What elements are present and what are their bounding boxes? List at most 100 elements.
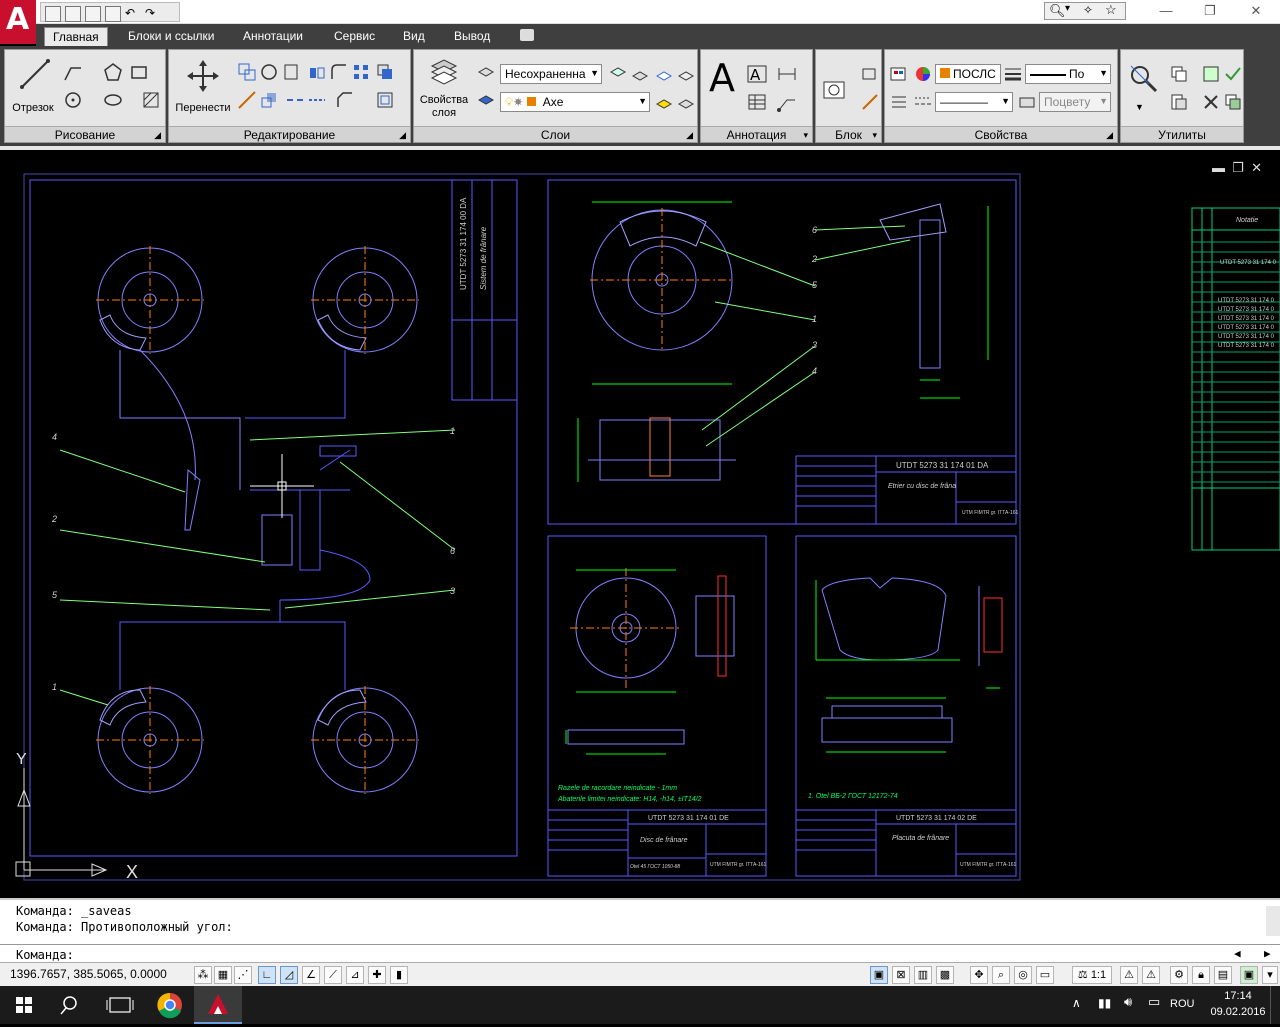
redo-icon[interactable]: ↷ <box>145 6 161 22</box>
line-tool-icon[interactable] <box>19 58 51 90</box>
task-view-button[interactable] <box>96 986 144 1024</box>
network-icon[interactable]: ▮▮ <box>1098 996 1111 1010</box>
command-scrollbar[interactable] <box>1266 906 1280 936</box>
edit-block-icon[interactable] <box>860 92 880 112</box>
panel-draw-title[interactable]: Рисование ◢ <box>5 126 165 142</box>
model-space-icon[interactable]: ▣ <box>870 966 888 984</box>
cut-icon[interactable] <box>1201 92 1221 112</box>
create-block-icon[interactable] <box>860 64 880 84</box>
scroll-right-icon[interactable]: ▶ <box>1264 947 1271 960</box>
linetype-dropdown[interactable]: ———— ▼ <box>935 92 1013 112</box>
showmotion-icon[interactable]: ▭ <box>1036 966 1054 984</box>
panel-layers-title[interactable]: Слои ◢ <box>414 126 697 142</box>
tab-blocks[interactable]: Блоки и ссылки <box>120 27 222 46</box>
lock-icon[interactable]: 🔒︎ <box>1192 966 1210 984</box>
lineweight-dropdown[interactable]: По ▼ <box>1025 64 1111 84</box>
print-icon[interactable] <box>105 6 121 22</box>
array-icon[interactable] <box>351 62 371 82</box>
scale-icon[interactable] <box>259 90 279 110</box>
layer-state-icon[interactable] <box>476 64 496 84</box>
measure-icon[interactable] <box>1127 62 1159 94</box>
color-wheel-icon[interactable] <box>913 64 933 84</box>
annotation-monitor-icon[interactable]: ▩ <box>936 966 954 984</box>
annotation-visibility-icon[interactable]: ⚠ <box>1120 966 1138 984</box>
restore-icon[interactable]: ❐ <box>1202 4 1218 18</box>
layer-dropdown[interactable]: 💡︎☀︎ Axe ▼ <box>500 92 650 112</box>
drawing-canvas[interactable]: ▬ ❐ ✕ 4 2 5 1 1 6 3 UTDT 5273 31 174 00 … <box>0 146 1280 898</box>
linetype-icon[interactable] <box>913 92 933 112</box>
break-icon[interactable] <box>285 90 305 110</box>
layer-state-dropdown[interactable]: Несохраненна ▼ <box>500 64 602 84</box>
scroll-left-icon[interactable]: ◀ <box>1234 947 1241 960</box>
pan-icon[interactable]: ✥ <box>970 966 988 984</box>
workspace-gear-icon[interactable]: ⚙ <box>1170 966 1188 984</box>
match-properties-icon[interactable] <box>889 64 909 84</box>
undo-icon[interactable]: ↶ <box>125 6 141 22</box>
leader-icon[interactable] <box>777 92 797 112</box>
search-button[interactable] <box>48 986 96 1024</box>
dynamic-input-icon[interactable]: ✚ <box>368 966 386 984</box>
rotate-icon[interactable] <box>259 62 279 82</box>
mirror-icon[interactable] <box>307 62 327 82</box>
lineweight-icon[interactable] <box>1003 64 1023 84</box>
panel-block-title[interactable]: Блок ▾ <box>816 126 881 142</box>
object-snap-icon[interactable]: ∠ <box>302 966 320 984</box>
infer-constraints-icon[interactable]: ⁂ <box>194 966 212 984</box>
taskbar-chrome[interactable] <box>146 986 194 1024</box>
trim-icon[interactable] <box>281 62 301 82</box>
tab-annotate[interactable]: Аннотации <box>235 27 311 46</box>
coordinates-readout[interactable]: 1396.7657, 385.5065, 0.0000 <box>10 967 167 981</box>
copy-icon[interactable] <box>237 62 257 82</box>
save-icon[interactable] <box>85 6 101 22</box>
fillet-icon[interactable] <box>329 62 349 82</box>
action-center-icon[interactable]: ▭ <box>1148 994 1160 1010</box>
lineweight-toggle-icon[interactable]: ▮ <box>390 966 408 984</box>
tab-home[interactable]: Главная <box>44 27 108 46</box>
tab-tools[interactable]: Сервис <box>326 27 383 46</box>
copy-clip-icon[interactable] <box>1223 92 1243 112</box>
text-tool-icon[interactable]: A <box>709 56 735 100</box>
select-similar-icon[interactable] <box>1223 64 1243 84</box>
hardware-acceleration-icon[interactable]: ▤ <box>1214 966 1232 984</box>
layer-off-icon[interactable] <box>676 64 696 84</box>
hatch-icon[interactable] <box>141 90 161 110</box>
snap-tracking-icon[interactable]: ⟋ <box>324 966 342 984</box>
panel-annotation-title[interactable]: Аннотация ▾ <box>701 126 812 142</box>
quick-view-layouts-icon[interactable]: ⊠ <box>892 966 910 984</box>
taskbar-clock[interactable]: 17:14 09.02.2016 <box>1208 988 1268 1020</box>
move-tool-label[interactable]: Перенести <box>169 102 237 114</box>
list-icon[interactable] <box>889 92 909 112</box>
steering-wheel-icon[interactable]: ◎ <box>1014 966 1032 984</box>
dynamic-ucs-icon[interactable]: ⊿ <box>346 966 364 984</box>
insert-block-icon[interactable] <box>822 72 854 104</box>
table-icon[interactable] <box>747 92 767 112</box>
search-icon[interactable]: 🔍︎ <box>1049 3 1066 19</box>
open-file-icon[interactable] <box>65 6 81 22</box>
ortho-mode-icon[interactable]: ∟ <box>258 966 276 984</box>
stretch-icon[interactable] <box>237 90 257 110</box>
new-file-icon[interactable] <box>45 6 61 22</box>
command-input[interactable]: Команда: ◀ ▶ <box>0 944 1280 964</box>
panel-utilities-title[interactable]: Утилиты <box>1121 126 1243 142</box>
panel-modify-title[interactable]: Редактирование ◢ <box>169 126 410 142</box>
color-dropdown[interactable]: ПОСЛС <box>935 64 1001 84</box>
panel-properties-title[interactable]: Свойства ◢ <box>885 126 1117 142</box>
snap-grid-icon[interactable]: ▦ <box>214 966 232 984</box>
volume-icon[interactable]: 🔊︎ <box>1124 994 1132 1010</box>
layer-walk-icon[interactable] <box>676 92 696 112</box>
zoom-icon[interactable]: ⌕ <box>992 966 1010 984</box>
minimize-icon[interactable]: — <box>1158 4 1174 18</box>
layer-match-icon[interactable] <box>654 64 674 84</box>
rectangle-icon[interactable] <box>129 62 149 82</box>
quick-view-drawings-icon[interactable]: ▥ <box>914 966 932 984</box>
chamfer-icon[interactable] <box>335 90 355 110</box>
annotation-scale[interactable]: ⚖ 1:1 <box>1072 966 1112 984</box>
plot-style-dropdown[interactable]: Поцвету ▼ <box>1039 92 1111 112</box>
plot-style-icon[interactable] <box>1017 92 1037 112</box>
multiline-text-icon[interactable]: A <box>747 64 767 84</box>
offset-icon[interactable] <box>375 90 395 110</box>
close-icon[interactable]: ✕ <box>1248 4 1264 18</box>
status-menu-icon[interactable]: ▾ <box>1262 966 1278 984</box>
circle-icon[interactable] <box>63 90 83 110</box>
tab-output[interactable]: Вывод <box>446 27 498 46</box>
